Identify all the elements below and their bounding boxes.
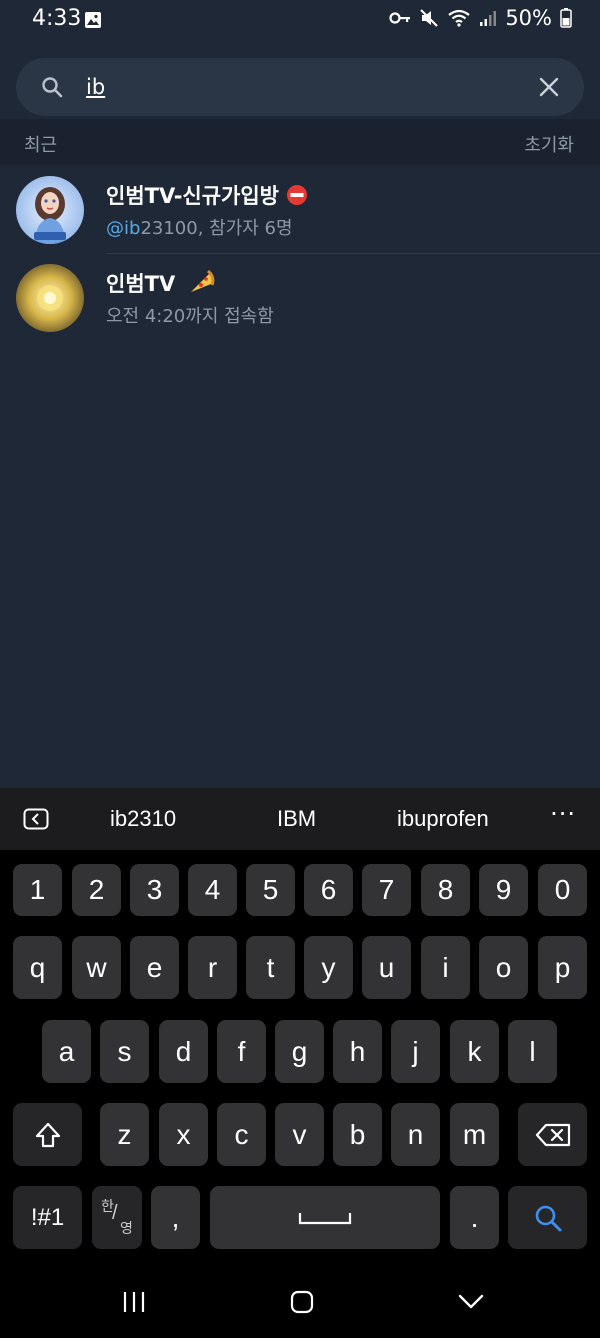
channel-subtitle: @ib23100, 참가자 6명 [106, 218, 293, 239]
status-time: 4:33 [32, 6, 82, 31]
key-5[interactable]: 5 [246, 864, 295, 916]
language-switch-key[interactable]: 한 / 영 [92, 1186, 142, 1249]
suggestion-1[interactable]: ib2310 [110, 806, 176, 832]
key-s[interactable]: s [100, 1020, 149, 1083]
search-key[interactable] [508, 1186, 587, 1249]
recent-apps-icon[interactable] [122, 1290, 146, 1314]
key-i[interactable]: i [421, 936, 470, 999]
gallery-notification-icon [85, 12, 101, 28]
clear-search-icon[interactable] [538, 76, 560, 98]
status-bar: 4:33 50% [0, 0, 600, 42]
keyboard-toolbar-back-icon[interactable] [23, 808, 49, 830]
back-chevron-icon[interactable] [458, 1294, 484, 1310]
recent-header: 최근 초기화 [0, 119, 600, 165]
status-icons: 50% [389, 6, 572, 30]
key-p[interactable]: p [538, 936, 587, 999]
lang-slash: / [112, 1202, 118, 1224]
key-1[interactable]: 1 [13, 864, 62, 916]
key-x[interactable]: x [159, 1103, 208, 1166]
signal-icon [480, 11, 497, 26]
key-h[interactable]: h [333, 1020, 382, 1083]
key-a[interactable]: a [42, 1020, 91, 1083]
list-item-channel-1[interactable]: 인범TV-신규가입방 @ib23100, 참가자 6명 [0, 166, 600, 254]
key-g[interactable]: g [275, 1020, 324, 1083]
key-r[interactable]: r [188, 936, 237, 999]
key-y[interactable]: y [304, 936, 353, 999]
battery-percentage: 50% [505, 6, 552, 30]
shift-key[interactable] [13, 1103, 82, 1166]
wifi-icon [448, 9, 470, 27]
search-input[interactable] [86, 70, 516, 104]
keyboard: ib2310 IBM ibuprofen ··· 1 2 3 4 5 6 7 8… [0, 788, 600, 1338]
key-3[interactable]: 3 [130, 864, 179, 916]
search-bar[interactable] [16, 58, 584, 116]
key-u[interactable]: u [362, 936, 411, 999]
key-o[interactable]: o [479, 936, 528, 999]
battery-icon [560, 8, 572, 28]
search-icon [535, 1205, 561, 1231]
key-e[interactable]: e [130, 936, 179, 999]
key-0[interactable]: 0 [538, 864, 587, 916]
channel-handle: @ib [106, 218, 141, 239]
key-l[interactable]: l [508, 1020, 557, 1083]
key-9[interactable]: 9 [479, 864, 528, 916]
recent-title: 최근 [24, 135, 58, 156]
more-options-icon[interactable]: ··· [550, 800, 576, 828]
symbols-key[interactable]: !#1 [13, 1186, 82, 1249]
mute-icon [420, 9, 439, 27]
key-c[interactable]: c [217, 1103, 266, 1166]
avatar [16, 176, 84, 244]
comma-key[interactable]: , [151, 1186, 200, 1249]
user-last-seen: 오전 4:20까지 접속함 [106, 306, 274, 327]
search-icon [42, 77, 63, 98]
suggestion-bar: ib2310 IBM ibuprofen ··· [0, 788, 600, 850]
backspace-key[interactable] [518, 1103, 587, 1166]
space-key[interactable] [210, 1186, 440, 1249]
reset-button[interactable]: 초기화 [524, 131, 574, 157]
backspace-icon [535, 1123, 570, 1146]
avatar [16, 264, 84, 332]
key-d[interactable]: d [159, 1020, 208, 1083]
key-2[interactable]: 2 [72, 864, 121, 916]
space-bar-icon [298, 1212, 352, 1224]
shift-icon [35, 1122, 60, 1147]
key-t[interactable]: t [246, 936, 295, 999]
key-6[interactable]: 6 [304, 864, 353, 916]
home-icon[interactable] [290, 1290, 314, 1314]
key-4[interactable]: 4 [188, 864, 237, 916]
list-item-user-1[interactable]: 인범TV 오전 4:20까지 접속함 [0, 254, 600, 342]
suggestion-2[interactable]: IBM [277, 806, 316, 832]
key-v[interactable]: v [275, 1103, 324, 1166]
channel-title: 인범TV-신규가입방 [106, 180, 308, 210]
navigation-bar [0, 1262, 600, 1338]
key-8[interactable]: 8 [421, 864, 470, 916]
vpn-key-icon [389, 12, 411, 24]
pizza-icon [190, 269, 214, 292]
suggestion-3[interactable]: ibuprofen [397, 806, 489, 832]
key-z[interactable]: z [100, 1103, 149, 1166]
key-k[interactable]: k [450, 1020, 499, 1083]
key-m[interactable]: m [450, 1103, 499, 1166]
user-title: 인범TV [106, 268, 215, 298]
lang-english-label: 영 [120, 1220, 133, 1236]
key-w[interactable]: w [72, 936, 121, 999]
no-entry-icon [287, 185, 308, 205]
key-b[interactable]: b [333, 1103, 382, 1166]
key-n[interactable]: n [391, 1103, 440, 1166]
key-j[interactable]: j [391, 1020, 440, 1083]
key-q[interactable]: q [13, 936, 62, 999]
period-key[interactable]: . [450, 1186, 499, 1249]
key-f[interactable]: f [217, 1020, 266, 1083]
key-7[interactable]: 7 [362, 864, 411, 916]
